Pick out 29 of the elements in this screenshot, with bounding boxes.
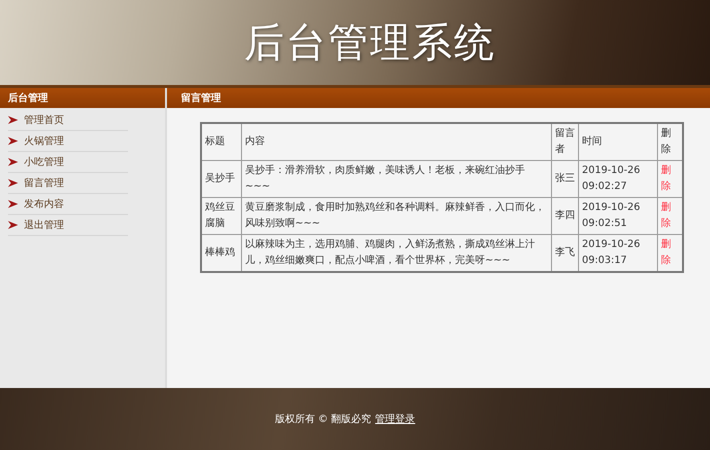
arrow-icon <box>8 179 18 187</box>
column-header: 留言者 <box>552 123 578 160</box>
sidebar-item[interactable]: 发布内容 <box>8 194 128 215</box>
sidebar-item[interactable]: 管理首页 <box>8 110 128 131</box>
column-header: 时间 <box>578 123 658 160</box>
table-cell: 吴抄手 <box>201 160 242 198</box>
arrow-icon <box>8 200 18 208</box>
copyright-text: 版权所有 © 翻版必究 <box>274 412 372 426</box>
sidebar-item[interactable]: 火锅管理 <box>8 131 128 152</box>
column-header: 内容 <box>242 123 552 160</box>
arrow-icon <box>8 116 18 124</box>
sidebar-item[interactable]: 留言管理 <box>8 173 128 194</box>
column-header: 标题 <box>201 123 242 160</box>
table-cell: 2019-10-26 09:02:27 <box>578 160 658 198</box>
sidebar-item[interactable]: 退出管理 <box>8 215 128 236</box>
table-cell: 2019-10-26 09:02:51 <box>578 198 658 234</box>
table-cell: 张三 <box>552 160 578 198</box>
site-title: 后台管理系统 <box>244 19 496 68</box>
table-cell: 黄豆磨浆制成，食用时加熟鸡丝和各种调料。麻辣鲜香，入口而化，风味别致啊~~~ <box>242 198 552 234</box>
panel-title: 留言管理 <box>167 88 710 108</box>
arrow-icon <box>8 158 18 166</box>
admin-login-link[interactable]: 管理登录 <box>375 412 416 426</box>
arrow-icon <box>8 221 18 229</box>
sidebar-item[interactable]: 小吃管理 <box>8 152 128 173</box>
sidebar-title: 后台管理 <box>0 88 165 108</box>
table-cell: 吴抄手：滑养滑软，肉质鲜嫩，美味诱人！老板，来碗红油抄手~~~ <box>242 160 552 198</box>
arrow-icon <box>8 137 18 145</box>
table-cell: 李四 <box>552 198 578 234</box>
table-cell: 鸡丝豆腐脑 <box>201 198 242 234</box>
